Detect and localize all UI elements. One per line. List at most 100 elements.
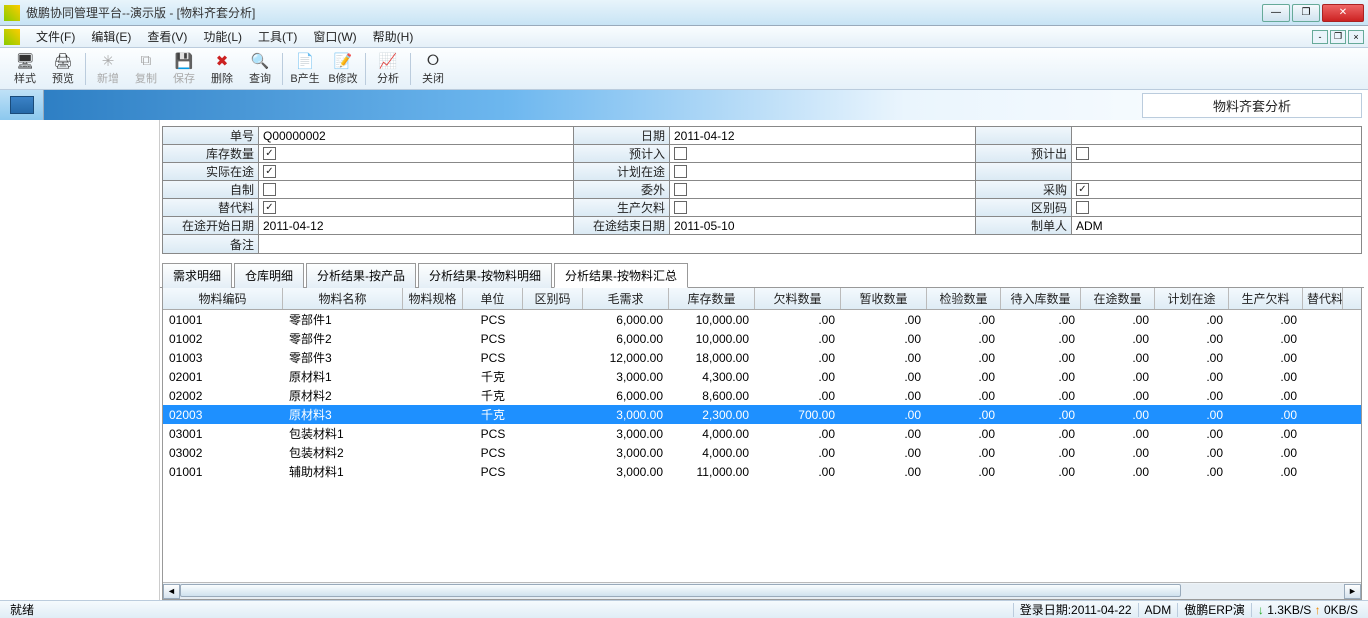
form-value[interactable] [259,235,1361,253]
column-header[interactable]: 单位 [463,288,523,309]
column-header[interactable]: 物料名称 [283,288,403,309]
menu-item-3[interactable]: 功能(L) [195,26,250,47]
column-header[interactable]: 生产欠料 [1229,288,1303,309]
form-value[interactable]: 2011-04-12 [259,217,574,234]
bgen-button[interactable]: 📄B产生 [286,50,324,88]
column-header[interactable]: 检验数量 [927,288,1001,309]
table-row[interactable]: 02001原材料1千克3,000.004,300.00.00.00.00.00.… [163,367,1361,386]
form-value[interactable]: Q00000002 [259,127,574,144]
form-value[interactable]: 2011-04-12 [670,127,976,144]
tab-4[interactable]: 分析结果-按物料汇总 [554,263,688,288]
checkbox[interactable]: ✓ [1076,183,1089,196]
table-cell: .00 [841,388,927,404]
form-value[interactable] [670,163,976,180]
form-value[interactable] [1072,199,1361,216]
table-cell: .00 [927,331,1001,347]
column-header[interactable]: 库存数量 [669,288,755,309]
checkbox[interactable] [674,183,687,196]
table-row[interactable]: 01001零部件1PCS6,000.0010,000.00.00.00.00.0… [163,310,1361,329]
table-cell: .00 [1229,369,1303,385]
column-header[interactable]: 物料编码 [163,288,283,309]
table-cell: 700.00 [755,407,841,423]
table-cell: .00 [1155,407,1229,423]
form-value[interactable] [259,181,574,198]
column-header[interactable]: 毛需求 [583,288,669,309]
table-row[interactable]: 03002包装材料2PCS3,000.004,000.00.00.00.00.0… [163,443,1361,462]
checkbox[interactable] [674,147,687,160]
checkbox[interactable]: ✓ [263,147,276,160]
table-cell: .00 [841,407,927,423]
preview-button[interactable]: 🖨预览 [44,50,82,88]
tab-3[interactable]: 分析结果-按物料明细 [418,263,552,288]
column-header[interactable]: 物料规格 [403,288,463,309]
checkbox[interactable] [1076,201,1089,214]
column-header[interactable]: 区别码 [523,288,583,309]
mdi-restore-button[interactable]: ❐ [1330,30,1346,44]
form-value[interactable]: ✓ [259,199,574,216]
query-button-label: 查询 [249,70,271,86]
form-value[interactable]: ✓ [1072,181,1361,198]
menu-item-6[interactable]: 帮助(H) [365,26,422,47]
table-row[interactable]: 01002零部件2PCS6,000.0010,000.00.00.00.00.0… [163,329,1361,348]
form-value[interactable] [1072,163,1361,180]
scroll-track[interactable] [180,584,1344,599]
content-area: 单号Q00000002日期2011-04-12库存数量✓预计入预计出实际在途✓计… [160,120,1368,600]
close-button[interactable]: ⭘关闭 [414,50,452,88]
checkbox[interactable] [674,201,687,214]
checkbox[interactable]: ✓ [263,165,276,178]
checkbox[interactable] [263,183,276,196]
scroll-thumb[interactable] [180,584,1181,597]
menu-item-4[interactable]: 工具(T) [250,26,305,47]
table-cell [1303,376,1343,378]
table-row[interactable]: 01001辅助材料1PCS3,000.0011,000.00.00.00.00.… [163,462,1361,481]
column-header[interactable]: 计划在途 [1155,288,1229,309]
form-value[interactable]: ADM [1072,217,1361,234]
analyze-button[interactable]: 📈分析 [369,50,407,88]
grid-body[interactable]: 01001零部件1PCS6,000.0010,000.00.00.00.00.0… [163,310,1361,582]
minimize-button[interactable]: — [1262,4,1290,22]
form-value[interactable] [670,199,976,216]
table-cell [403,395,463,397]
maximize-button[interactable]: ❐ [1292,4,1320,22]
tab-2[interactable]: 分析结果-按产品 [306,263,416,288]
column-header[interactable]: 替代料 [1303,288,1343,309]
table-row[interactable]: 01003零部件3PCS12,000.0018,000.00.00.00.00.… [163,348,1361,367]
horizontal-scrollbar[interactable]: ◄ ► [163,582,1361,599]
checkbox[interactable] [1076,147,1089,160]
tab-0[interactable]: 需求明细 [162,263,232,288]
checkbox[interactable] [674,165,687,178]
menu-item-0[interactable]: 文件(F) [28,26,83,47]
form-value[interactable] [1072,127,1361,144]
mini-tab[interactable] [0,90,44,120]
form-value[interactable]: ✓ [259,163,574,180]
form-value[interactable]: 2011-05-10 [670,217,976,234]
form-value[interactable]: ✓ [259,145,574,162]
menu-item-1[interactable]: 编辑(E) [83,26,139,47]
column-header[interactable]: 暂收数量 [841,288,927,309]
table-row[interactable]: 02003原材料3千克3,000.002,300.00700.00.00.00.… [163,405,1361,424]
table-row[interactable]: 03001包装材料1PCS3,000.004,000.00.00.00.00.0… [163,424,1361,443]
form-value[interactable] [1072,145,1361,162]
form-value[interactable] [670,145,976,162]
tab-1[interactable]: 仓库明细 [234,263,304,288]
query-button[interactable]: 🔍查询 [241,50,279,88]
table-cell: .00 [755,388,841,404]
column-header[interactable]: 欠料数量 [755,288,841,309]
column-header[interactable]: 在途数量 [1081,288,1155,309]
close-window-button[interactable]: ✕ [1322,4,1364,22]
style-button[interactable]: 🖥样式 [6,50,44,88]
checkbox[interactable]: ✓ [263,201,276,214]
table-row[interactable]: 02002原材料2千克6,000.008,600.00.00.00.00.00.… [163,386,1361,405]
form-label: 日期 [574,127,670,144]
menu-item-2[interactable]: 查看(V) [139,26,195,47]
scroll-left-button[interactable]: ◄ [163,584,180,599]
menu-item-5[interactable]: 窗口(W) [305,26,364,47]
mdi-minimize-button[interactable]: - [1312,30,1328,44]
column-header[interactable]: 待入库数量 [1001,288,1081,309]
bmod-button[interactable]: 📝B修改 [324,50,362,88]
form-value[interactable] [670,181,976,198]
mdi-close-button[interactable]: × [1348,30,1364,44]
delete-button[interactable]: ✖删除 [203,50,241,88]
scroll-right-button[interactable]: ► [1344,584,1361,599]
table-cell [523,357,583,359]
